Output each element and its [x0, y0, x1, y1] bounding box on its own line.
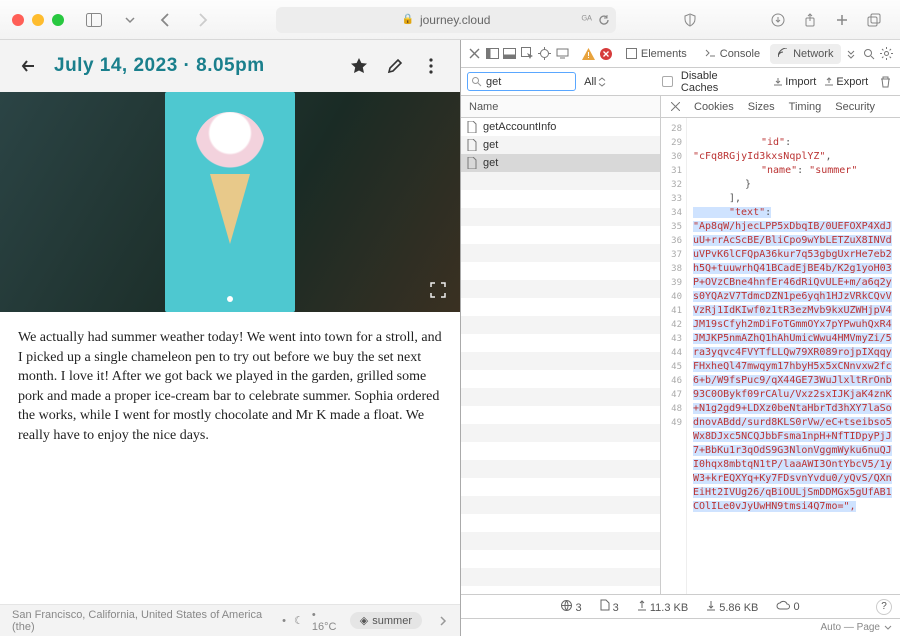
trash-icon[interactable] — [876, 73, 894, 91]
window-controls — [12, 14, 64, 26]
document-icon — [467, 121, 477, 133]
more-tabs-icon[interactable] — [843, 45, 859, 63]
entry-title: July 14, 2023 · 8.05pm — [54, 55, 265, 77]
lock-icon: 🔒 — [402, 14, 414, 25]
network-body: Name getAccountInfo get get Cookies Size… — [461, 96, 900, 594]
document-icon — [467, 157, 477, 169]
entry-footer: San Francisco, California, United States… — [0, 604, 460, 636]
network-status-bar: 3 3 11.3 KB 5.86 KB 0 ? — [461, 594, 900, 618]
column-name-header[interactable]: Name — [461, 96, 660, 118]
document-icon — [467, 139, 477, 151]
temperature: • 16°C — [312, 609, 342, 633]
edit-icon[interactable] — [384, 55, 406, 77]
entry-header: July 14, 2023 · 8.05pm — [0, 40, 460, 92]
back-arrow-icon[interactable] — [18, 55, 40, 77]
request-row[interactable]: get — [461, 154, 660, 172]
filter-input[interactable]: get — [467, 72, 576, 91]
app-pane: July 14, 2023 · 8.05pm We actually had s… — [0, 40, 461, 636]
dock-left-icon[interactable] — [485, 45, 501, 63]
status-requests: 3 — [561, 600, 581, 614]
weather-icon: ☾ — [294, 614, 304, 627]
disable-caches-checkbox[interactable] — [662, 76, 673, 87]
fullscreen-icon[interactable] — [430, 282, 446, 298]
chevron-down-icon[interactable] — [884, 624, 892, 632]
carousel-dot — [227, 296, 233, 302]
reload-icon[interactable] — [598, 14, 610, 26]
tab-timing[interactable]: Timing — [789, 101, 822, 113]
request-row[interactable]: getAccountInfo — [461, 118, 660, 136]
chevron-right-icon[interactable] — [438, 616, 448, 626]
response-json[interactable]: "id": "cFq8RGjyId3kxsNqplYZ", "name": "s… — [687, 118, 900, 594]
close-response-icon[interactable] — [671, 102, 680, 111]
error-icon[interactable] — [598, 45, 614, 63]
help-icon[interactable]: ? — [876, 599, 892, 615]
entry-body: We actually had summer weather today! We… — [0, 312, 460, 604]
export-button[interactable]: Export — [824, 76, 868, 88]
inspect-icon[interactable] — [520, 45, 536, 63]
browser-toolbar: 🔒 journey.cloud ᴳᴬ — [0, 0, 900, 40]
device-icon[interactable] — [555, 45, 571, 63]
status-upload: 11.3 KB — [637, 600, 688, 614]
tab-cookies[interactable]: Cookies — [694, 101, 734, 113]
close-window[interactable] — [12, 14, 24, 26]
entry-photo[interactable] — [0, 92, 460, 312]
devtools-toolbar: Elements Console Network — [461, 40, 900, 68]
star-icon[interactable] — [348, 55, 370, 77]
search-icon[interactable] — [861, 45, 877, 63]
tab-network[interactable]: Network — [770, 44, 841, 64]
tag-chip[interactable]: ◈ summer — [350, 612, 422, 629]
back-button[interactable] — [152, 8, 180, 32]
settings-icon[interactable] — [878, 45, 894, 63]
sidebar-toggle-icon[interactable] — [80, 8, 108, 32]
tabs-icon[interactable] — [860, 8, 888, 32]
response-panel: Cookies Sizes Timing Security 28 29 30 3… — [661, 96, 900, 594]
line-gutter: 28 29 30 31 32 33 34 35 36 37 38 39 40 4… — [661, 118, 687, 594]
new-tab-icon[interactable] — [828, 8, 856, 32]
zoom-window[interactable] — [52, 14, 64, 26]
downloads-icon[interactable] — [764, 8, 792, 32]
close-devtools-icon[interactable] — [467, 45, 483, 63]
chevron-down-icon[interactable] — [116, 8, 144, 32]
shield-icon[interactable] — [676, 8, 704, 32]
target-icon[interactable] — [537, 45, 553, 63]
status-cloud: 0 — [776, 600, 799, 613]
request-list: Name getAccountInfo get get — [461, 96, 661, 594]
tab-sizes[interactable]: Sizes — [748, 101, 775, 113]
status-documents: 3 — [600, 599, 619, 614]
dock-bottom-icon[interactable] — [502, 45, 518, 63]
forward-button — [188, 8, 216, 32]
warning-icon[interactable] — [581, 45, 597, 63]
translate-icon[interactable]: ᴳᴬ — [582, 14, 592, 26]
devtools-pane: Elements Console Network get All Disable… — [461, 40, 900, 636]
filter-type-select[interactable]: All — [584, 76, 606, 88]
location-text: San Francisco, California, United States… — [12, 609, 274, 633]
url-bar[interactable]: 🔒 journey.cloud ᴳᴬ — [276, 7, 616, 33]
response-tabs: Cookies Sizes Timing Security — [661, 96, 900, 118]
tag-icon: ◈ — [360, 614, 368, 627]
url-host: journey.cloud — [420, 13, 491, 27]
status-download: 5.86 KB — [706, 600, 758, 614]
request-row[interactable]: get — [461, 136, 660, 154]
network-filter-bar: get All Disable Caches Import Export — [461, 68, 900, 96]
minimize-window[interactable] — [32, 14, 44, 26]
tab-console[interactable]: Console — [697, 44, 768, 64]
share-icon[interactable] — [796, 8, 824, 32]
import-button[interactable]: Import — [773, 76, 816, 88]
more-icon[interactable] — [420, 55, 442, 77]
devtools-footer: Auto — Page — [461, 618, 900, 636]
disable-caches-label: Disable Caches — [681, 70, 757, 94]
tab-security[interactable]: Security — [835, 101, 875, 113]
tab-elements[interactable]: Elements — [618, 44, 695, 64]
